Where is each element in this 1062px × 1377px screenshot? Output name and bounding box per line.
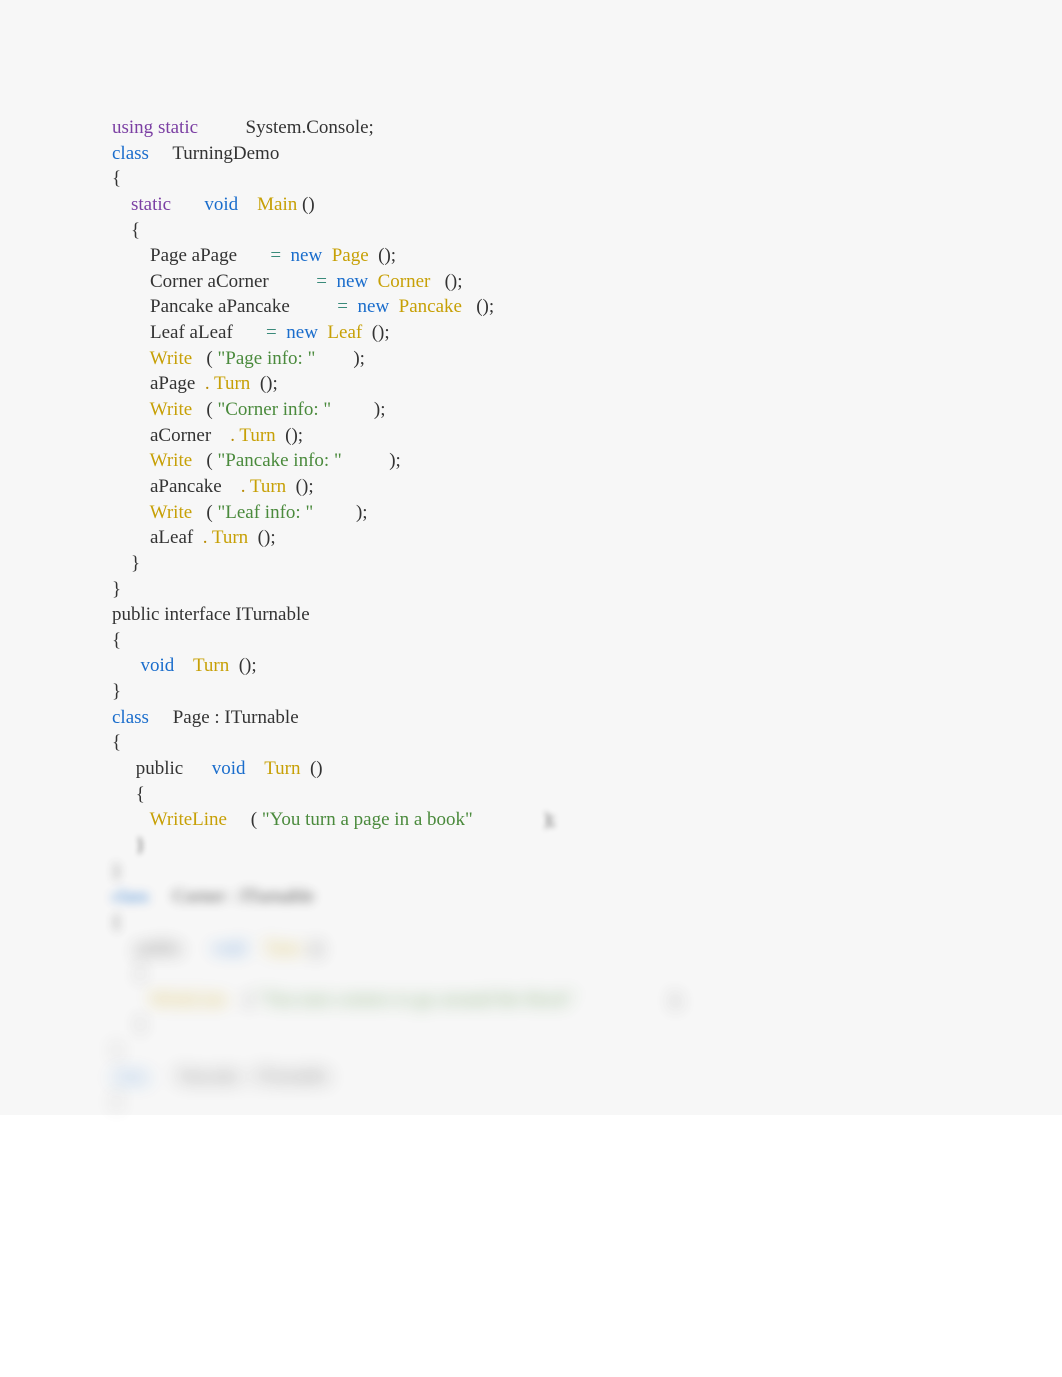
- code-line: Write ( "Pancake info: " );: [112, 448, 950, 474]
- code-line: {: [112, 166, 950, 192]
- code-line: Corner aCorner = new Corner ();: [112, 269, 950, 295]
- code-line: aCorner . Turn ();: [112, 423, 950, 449]
- code-line: Leaf aLeaf = new Leaf ();: [112, 320, 950, 346]
- code-line: Page aPage = new Page ();: [112, 243, 950, 269]
- code-line: {: [112, 1089, 950, 1115]
- code-line: }: [112, 1038, 950, 1064]
- code-line: aLeaf . Turn ();: [112, 525, 950, 551]
- code-line: }: [112, 577, 950, 603]
- code-line: public void Turn (): [112, 936, 950, 962]
- code-line: Write ( "Leaf info: " );: [112, 500, 950, 526]
- code-line: {: [112, 910, 950, 936]
- code-line: {: [112, 218, 950, 244]
- code-line: {: [112, 628, 950, 654]
- code-line: Pancake aPancake = new Pancake ();: [112, 294, 950, 320]
- code-line: aPage . Turn ();: [112, 371, 950, 397]
- code-line: }: [112, 1012, 950, 1038]
- code-line: }: [112, 551, 950, 577]
- code-line: public interface ITurnable: [112, 602, 950, 628]
- code-line: {: [112, 730, 950, 756]
- code-line: Write ( "Page info: " );: [112, 346, 950, 372]
- code-line: }: [112, 833, 950, 859]
- code-line: class Pancake : ITurnable: [112, 1064, 950, 1090]
- code-line: }: [112, 859, 950, 885]
- code-line: WriteLine ( "You turn corners to go arou…: [112, 987, 950, 1013]
- code-line: using static System.Console;: [112, 115, 950, 141]
- code-line: class TurningDemo: [112, 141, 950, 167]
- code-line: class Page : ITurnable: [112, 705, 950, 731]
- code-block: using static System.Console; class Turni…: [0, 0, 1062, 1115]
- code-line: }: [112, 679, 950, 705]
- fade-overlay: [0, 1117, 1062, 1377]
- code-line: void Turn ();: [112, 653, 950, 679]
- code-line: class Corner : ITurnable: [112, 884, 950, 910]
- code-line: {: [112, 782, 950, 808]
- code-line: Write ( "Corner info: " );: [112, 397, 950, 423]
- code-line: static void Main (): [112, 192, 950, 218]
- code-line: {: [112, 961, 950, 987]
- code-line: aPancake . Turn ();: [112, 474, 950, 500]
- code-line: public void Turn (): [112, 756, 950, 782]
- code-line: WriteLine ( "You turn a page in a book" …: [112, 807, 950, 833]
